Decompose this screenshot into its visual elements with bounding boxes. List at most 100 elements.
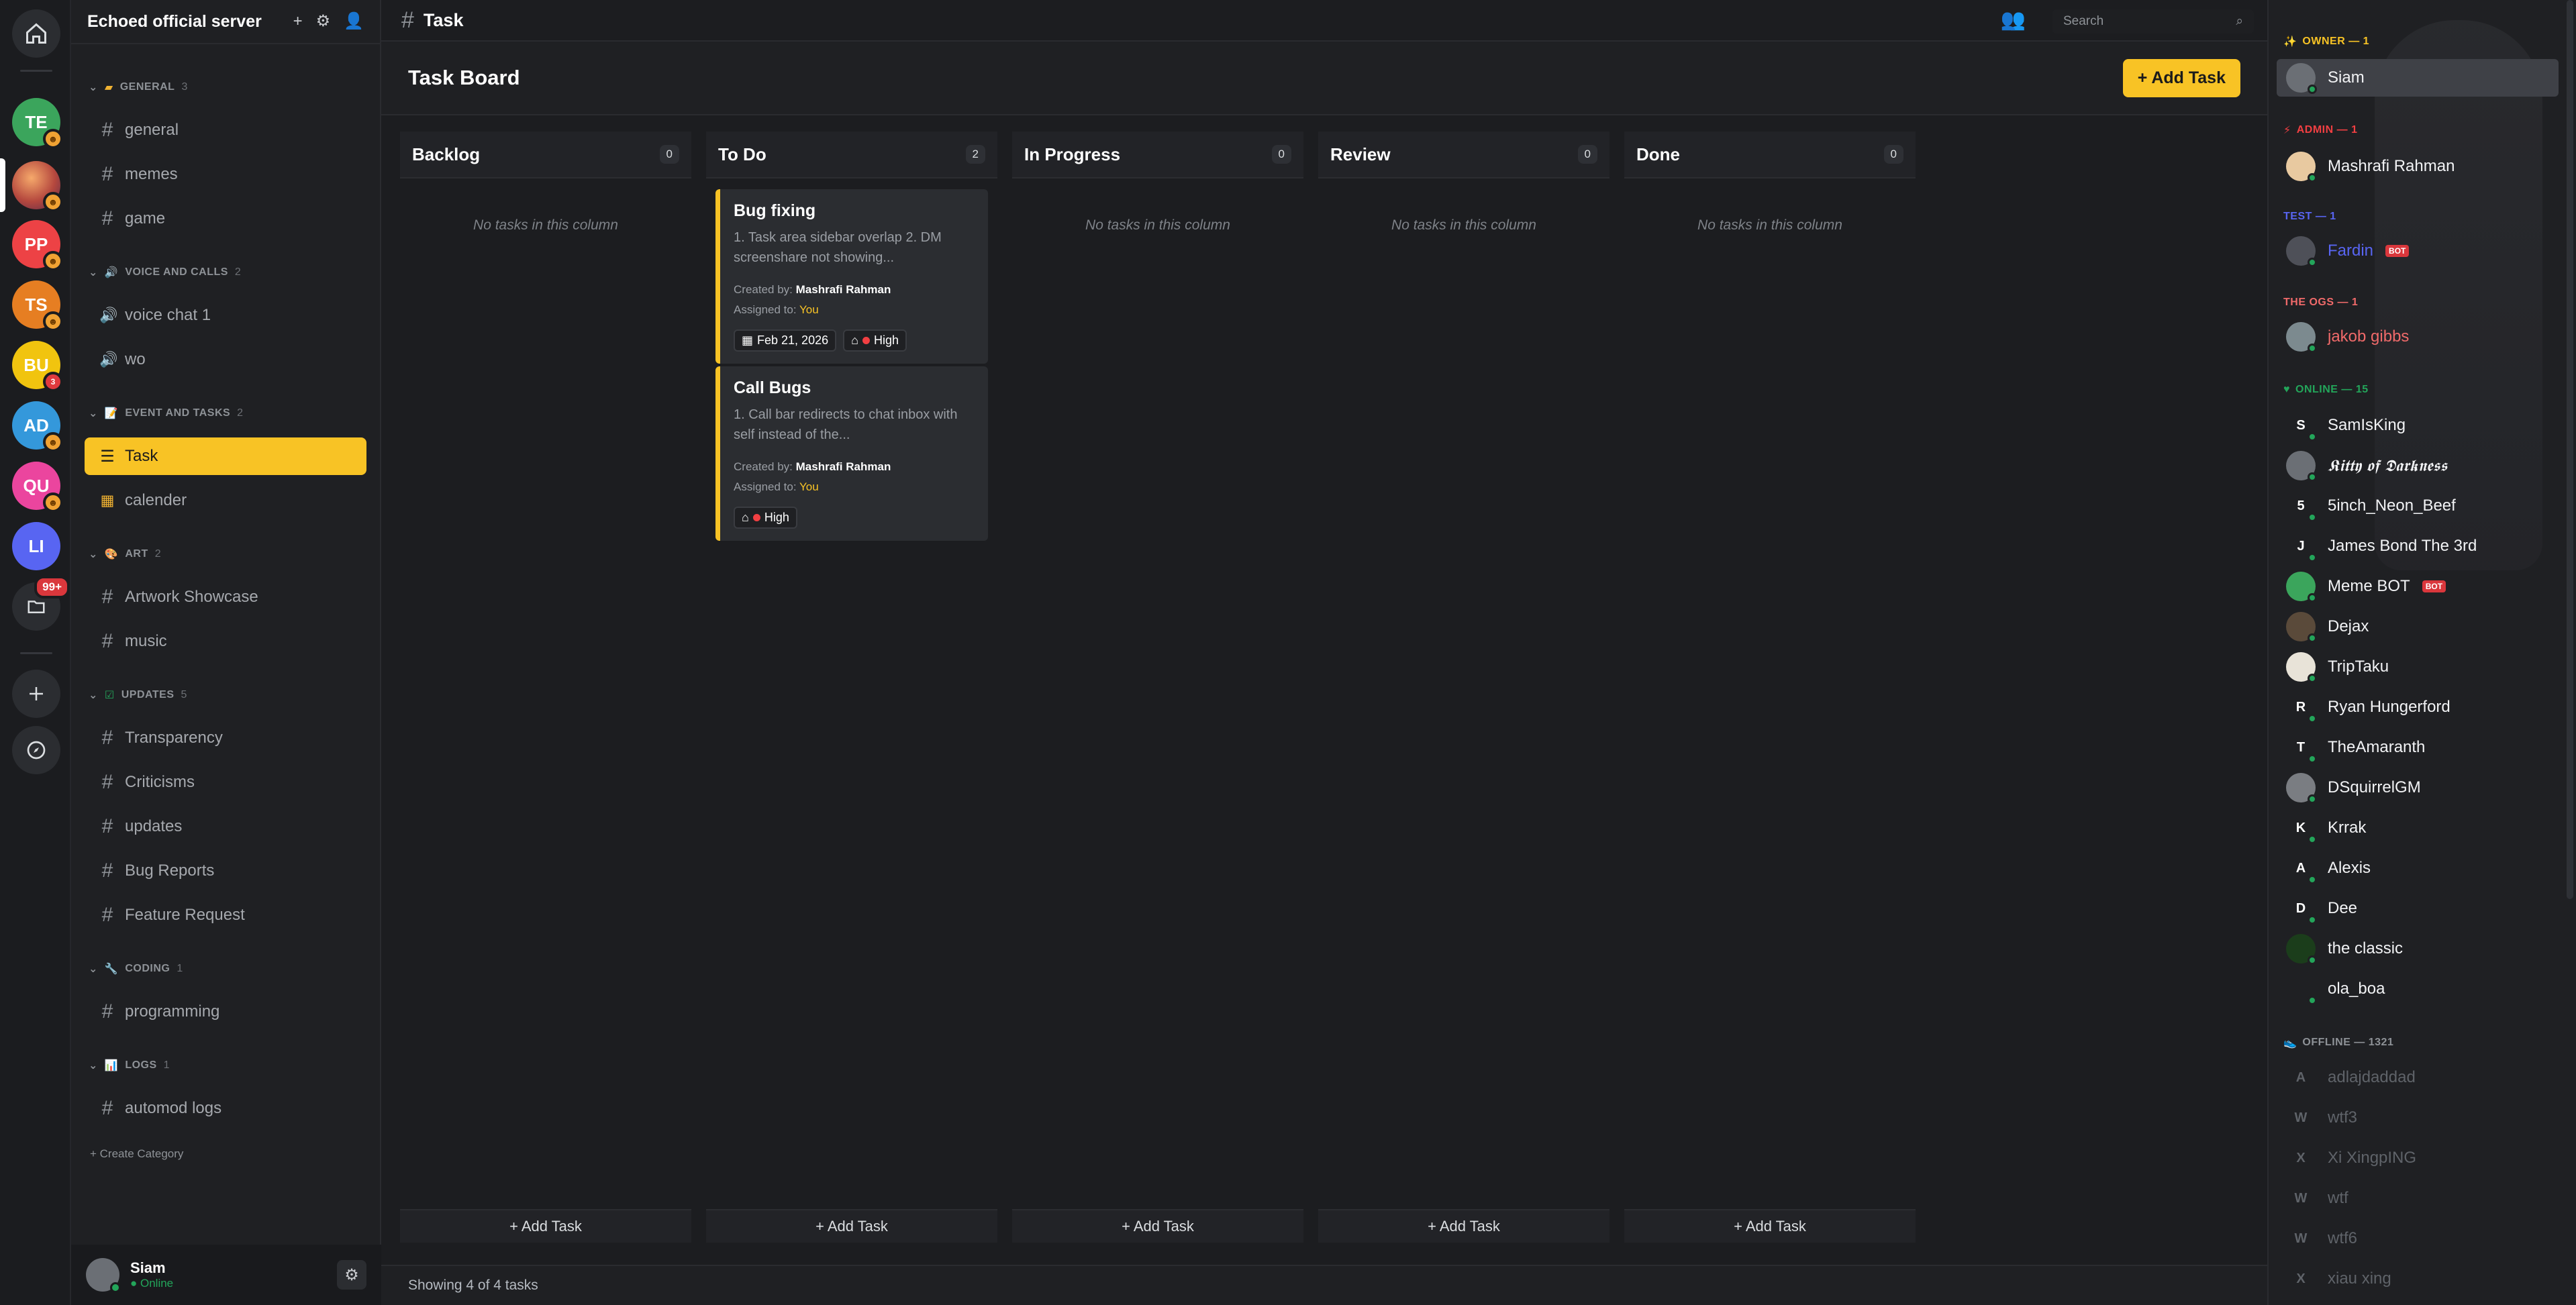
column-header: In Progress 0: [1012, 132, 1303, 178]
member-item[interactable]: DSquirrelGM: [2277, 769, 2559, 806]
home-icon: [26, 23, 46, 44]
member-item[interactable]: Aadlajdaddad: [2277, 1059, 2559, 1096]
channel-game[interactable]: # game: [85, 200, 366, 238]
channel-bug-reports[interactable]: # Bug Reports: [85, 852, 366, 890]
server-pp[interactable]: PP ☻: [12, 220, 63, 271]
category-coding[interactable]: ⌄ 🔧 CODING 1: [89, 962, 183, 976]
avatar: A: [2286, 853, 2317, 884]
server-echoed[interactable]: ☻: [12, 161, 63, 212]
search-input[interactable]: Search ⌕: [2052, 9, 2254, 34]
rail-separator: [20, 70, 52, 72]
member-item[interactable]: Mashrafi Rahman: [2277, 148, 2559, 185]
member-item[interactable]: Wwtf3: [2277, 1099, 2559, 1137]
channel-updates[interactable]: # updates: [85, 808, 366, 845]
channel-feature-request[interactable]: # Feature Request: [85, 896, 366, 934]
plus-icon[interactable]: +: [293, 13, 303, 30]
online-status-dot: [110, 1282, 121, 1293]
channel-criticisms[interactable]: # Criticisms: [85, 764, 366, 801]
add-task-button[interactable]: + Add Task: [2122, 58, 2240, 97]
member-item[interactable]: Dejax: [2277, 608, 2559, 645]
member-item[interactable]: Siam: [2277, 59, 2559, 97]
add-server-button[interactable]: [12, 670, 60, 718]
member-list-scrollbar[interactable]: [2567, 0, 2573, 899]
member-item[interactable]: A Alexis: [2277, 849, 2559, 887]
member-item[interactable]: X Xi XingpING: [2277, 1139, 2559, 1177]
hash-icon: #: [101, 904, 113, 926]
member-item[interactable]: D Dee: [2277, 890, 2559, 927]
channel-transparency[interactable]: # Transparency: [85, 719, 366, 757]
category-logs[interactable]: ⌄ 📊 LOGS 1: [89, 1059, 170, 1072]
calendar-icon: ▦: [742, 333, 754, 347]
member-item[interactable]: TripTaku: [2277, 648, 2559, 686]
task-count-footer: Showing 4 of 4 tasks: [381, 1265, 2267, 1305]
channel-memes[interactable]: # memes: [85, 156, 366, 193]
tag-icon: ⌂: [851, 333, 858, 347]
channel-general[interactable]: # general: [85, 111, 366, 149]
member-item[interactable]: Fardin BOT: [2277, 232, 2559, 270]
column-add-task-button[interactable]: + Add Task: [1624, 1209, 1916, 1243]
server-header-actions: + ⚙ 👤: [293, 13, 364, 30]
channel-task[interactable]: ☰ Task: [85, 437, 366, 475]
members-toggle-icon[interactable]: 👥: [2001, 8, 2026, 32]
channel-artwork-showcase[interactable]: # Artwork Showcase: [85, 578, 366, 616]
channel-music[interactable]: # music: [85, 623, 366, 660]
server-folder[interactable]: 99+: [12, 576, 70, 631]
member-item[interactable]: Wwtf6: [2277, 1220, 2559, 1257]
avatar: D: [2286, 894, 2317, 925]
member-item[interactable]: J James Bond The 3rd: [2277, 527, 2559, 565]
member-item[interactable]: Meme BOT BOT: [2277, 568, 2559, 605]
member-item[interactable]: K Krrak: [2277, 809, 2559, 847]
member-item[interactable]: 5 5inch_Neon_Beef: [2277, 487, 2559, 525]
server-header[interactable]: Echoed official server + ⚙ 👤: [71, 0, 380, 44]
online-status-dot: [2308, 258, 2317, 267]
member-item[interactable]: S SamIsKing: [2277, 407, 2559, 444]
user-avatar[interactable]: [86, 1258, 121, 1293]
wrench-icon: 🔧: [104, 963, 119, 975]
channel-title: Task: [423, 9, 464, 30]
server-ts[interactable]: TS ☻: [12, 280, 63, 331]
gear-icon[interactable]: ⚙: [316, 13, 331, 30]
server-li[interactable]: LI: [12, 522, 60, 570]
online-status-dot: [2308, 344, 2317, 353]
category-events[interactable]: ⌄ 📝 EVENT AND TASKS 2: [89, 407, 244, 420]
column-add-task-button[interactable]: + Add Task: [1012, 1209, 1303, 1243]
member-item[interactable]: jakob gibbs: [2277, 318, 2559, 356]
server-te[interactable]: TE ☻: [12, 98, 63, 149]
category-general[interactable]: ⌄ ▰ GENERAL 3: [89, 81, 188, 94]
category-art[interactable]: ⌄ 🎨 ART 2: [89, 547, 161, 561]
column-add-task-button[interactable]: + Add Task: [706, 1209, 997, 1243]
server-bu[interactable]: BU 3: [12, 341, 63, 392]
category-voice[interactable]: ⌄ 🔊 VOICE AND CALLS 2: [89, 266, 241, 279]
channel-automod-logs[interactable]: # automod logs: [85, 1090, 366, 1127]
channel-voice-chat-1[interactable]: 🔊 voice chat 1: [85, 297, 366, 334]
column-add-task-button[interactable]: + Add Task: [400, 1209, 691, 1243]
channel-programming[interactable]: # programming: [85, 993, 366, 1031]
page-title: Task Board: [408, 66, 520, 89]
home-button[interactable]: [12, 9, 60, 58]
folder-icon: ▰: [104, 82, 113, 93]
avatar: S: [2286, 411, 2317, 441]
user-settings-button[interactable]: ⚙: [337, 1260, 366, 1290]
add-user-icon[interactable]: 👤: [344, 13, 364, 30]
member-item[interactable]: the classic: [2277, 930, 2559, 968]
channel-wo[interactable]: 🔊 wo: [85, 341, 366, 378]
explore-button[interactable]: [12, 726, 60, 774]
due-date-badge: ▦ Feb 21, 2026: [734, 329, 837, 352]
column-backlog: Backlog 0 No tasks in this column + Add T…: [400, 132, 691, 1243]
create-category-button[interactable]: + Create Category: [90, 1147, 183, 1161]
avatar: [2286, 773, 2317, 804]
category-updates[interactable]: ⌄ ☑ UPDATES 5: [89, 688, 187, 702]
column-add-task-button[interactable]: + Add Task: [1318, 1209, 1609, 1243]
member-item[interactable]: ola_boa: [2277, 970, 2559, 1008]
member-item[interactable]: T TheAmaranth: [2277, 729, 2559, 766]
member-item[interactable]: R Ryan Hungerford: [2277, 688, 2559, 726]
task-card[interactable]: Bug fixing 1. Task area sidebar overlap …: [715, 189, 988, 364]
member-item[interactable]: Wwtf: [2277, 1180, 2559, 1217]
server-qu[interactable]: QU ☻: [12, 462, 63, 513]
task-card[interactable]: Call Bugs 1. Call bar redirects to chat …: [715, 366, 988, 541]
member-item[interactable]: 𝕶𝖎𝖙𝖙𝖞 𝖔𝖋 𝕯𝖆𝖗𝖐𝖓𝖊𝖘𝖘: [2277, 447, 2559, 484]
avatar: 5: [2286, 491, 2317, 522]
member-item[interactable]: Xxiau xing: [2277, 1260, 2559, 1298]
channel-calender[interactable]: ▦ calender: [85, 482, 366, 519]
server-ad[interactable]: AD ☻: [12, 401, 63, 452]
